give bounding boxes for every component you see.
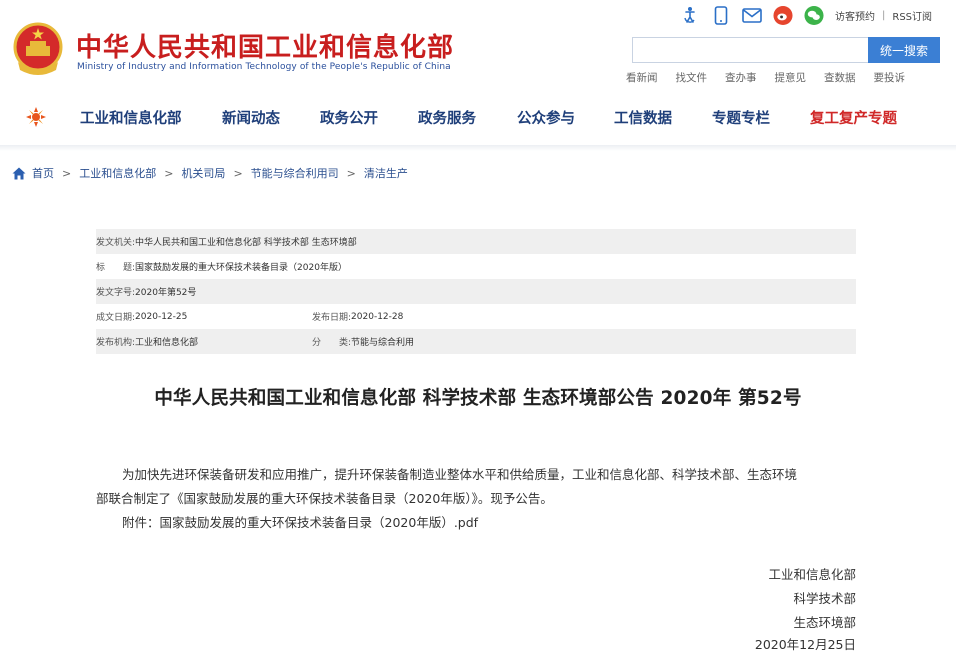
attachment-label: 附件：: [122, 515, 160, 530]
miit-logo-icon[interactable]: [24, 105, 48, 129]
meta-row-org: 发布机构: 工业和信息化部 分 类: 节能与综合利用: [96, 329, 856, 354]
meta-label-created: 成文日期:: [96, 313, 136, 323]
breadcrumb-separator: >: [62, 166, 72, 180]
signatory-miit: 工业和信息化部: [768, 567, 856, 582]
quick-link-news[interactable]: 看新闻: [626, 70, 658, 85]
home-icon[interactable]: [12, 167, 26, 180]
attachment-link[interactable]: 国家鼓励发展的重大环保技术装备目录（2020年版）.pdf: [160, 515, 479, 530]
meta-value-issuer: 中华人民共和国工业和信息化部 科学技术部 生态环境部: [135, 238, 357, 248]
top-toolbar: 访客预约 | RSS订阅: [680, 4, 932, 26]
article-title: 中华人民共和国工业和信息化部 科学技术部 生态环境部公告 2020年 第52号: [154, 388, 802, 409]
quick-link-feedback[interactable]: 提意见: [775, 70, 807, 85]
meta-cell-created: 成文日期: 2020-12-25: [96, 310, 312, 324]
breadcrumb-departments[interactable]: 机关司局: [181, 165, 225, 181]
document-meta-table: 发文机关: 中华人民共和国工业和信息化部 科学技术部 生态环境部 标 题: 国家…: [96, 229, 856, 354]
nav-item-news[interactable]: 新闻动态: [222, 107, 280, 128]
rss-link[interactable]: RSS订阅: [892, 8, 932, 23]
attachment-line: 附件：国家鼓励发展的重大环保技术装备目录（2020年版）.pdf: [122, 514, 478, 532]
breadcrumb-separator: >: [164, 166, 174, 180]
top-separator: |: [882, 9, 886, 21]
quick-link-services[interactable]: 查办事: [725, 70, 757, 85]
quick-link-documents[interactable]: 找文件: [676, 70, 708, 85]
meta-cell-org: 发布机构: 工业和信息化部: [96, 335, 312, 348]
breadcrumb-energy-department[interactable]: 节能与综合利用司: [251, 165, 339, 181]
search-button[interactable]: 统一搜索: [868, 37, 940, 63]
quick-links: 看新闻 找文件 查办事 提意见 查数据 要投诉: [626, 70, 905, 85]
nav-item-data[interactable]: 工信数据: [614, 107, 672, 128]
meta-label-doc-no: 发文字号:: [96, 288, 136, 298]
signatory-most: 科学技术部: [793, 591, 856, 606]
breadcrumb-separator: >: [233, 166, 243, 180]
signatory-mee: 生态环境部: [793, 615, 856, 630]
meta-row-doc-no: 发文字号: 2020年第52号: [96, 279, 856, 304]
wechat-icon[interactable]: [804, 5, 824, 25]
breadcrumb-ministry[interactable]: 工业和信息化部: [79, 165, 156, 181]
quick-link-data[interactable]: 查数据: [824, 70, 856, 85]
weibo-icon[interactable]: [773, 5, 793, 25]
mobile-icon[interactable]: [711, 5, 731, 25]
nav-item-gov-services[interactable]: 政务服务: [418, 107, 476, 128]
meta-label-org: 发布机构:: [96, 338, 136, 348]
meta-row-issuer: 发文机关: 中华人民共和国工业和信息化部 科学技术部 生态环境部: [96, 229, 856, 254]
meta-label-title: 标 题:: [96, 263, 136, 273]
nav-item-gov-affairs[interactable]: 政务公开: [320, 107, 378, 128]
breadcrumb-separator: >: [346, 166, 356, 180]
nav-item-resumption[interactable]: 复工复产专题: [810, 107, 897, 128]
meta-cell-category: 分 类: 节能与综合利用: [312, 335, 414, 348]
accessibility-icon[interactable]: [680, 5, 700, 25]
site-title-cn[interactable]: 中华人民共和国工业和信息化部: [76, 27, 454, 64]
meta-value-created: 2020-12-25: [135, 311, 188, 322]
site-header: 中华人民共和国工业和信息化部 Ministry of Industry and …: [0, 0, 956, 92]
breadcrumb-home[interactable]: 首页: [32, 165, 54, 181]
visitor-appointment-link[interactable]: 访客预约: [835, 8, 875, 23]
nav-item-topics[interactable]: 专题专栏: [712, 107, 770, 128]
nav-divider: [0, 145, 956, 151]
meta-label-published: 发布日期:: [312, 313, 352, 323]
quick-link-complaint[interactable]: 要投诉: [874, 70, 906, 85]
meta-label-category: 分 类:: [312, 338, 352, 348]
meta-value-org: 工业和信息化部: [135, 338, 199, 348]
meta-row-title: 标 题: 国家鼓励发展的重大环保技术装备目录（2020年版）: [96, 254, 856, 279]
site-title-en[interactable]: Ministry of Industry and Information Tec…: [77, 62, 451, 72]
breadcrumb: 首页 > 工业和信息化部 > 机关司局 > 节能与综合利用司 > 清洁生产: [12, 165, 408, 181]
meta-cell-published: 发布日期: 2020-12-28: [312, 310, 404, 324]
search-input[interactable]: [632, 37, 868, 63]
national-emblem-icon[interactable]: [12, 22, 64, 76]
meta-value-category: 节能与综合利用: [351, 338, 415, 348]
main-nav: 工业和信息化部 新闻动态 政务公开 政务服务 公众参与 工信数据 专题专栏 复工…: [0, 97, 956, 137]
signing-date: 2020年12月25日: [754, 637, 856, 652]
meta-value-published: 2020-12-28: [351, 311, 404, 322]
meta-value-title: 国家鼓励发展的重大环保技术装备目录（2020年版）: [135, 263, 347, 273]
article-paragraph-line-2: 部联合制定了《国家鼓励发展的重大环保技术装备目录（2020年版）》。现予公告。: [96, 491, 553, 506]
breadcrumb-clean-production[interactable]: 清洁生产: [364, 165, 408, 181]
meta-label-issuer: 发文机关:: [96, 238, 136, 248]
article-paragraph-line-1: 为加快先进环保装备研发和应用推广，提升环保装备制造业整体水平和供给质量，工业和信…: [122, 467, 798, 482]
nav-item-public-participation[interactable]: 公众参与: [517, 107, 575, 128]
meta-row-dates: 成文日期: 2020-12-25 发布日期: 2020-12-28: [96, 304, 856, 329]
mail-icon[interactable]: [742, 5, 762, 25]
nav-item-ministry[interactable]: 工业和信息化部: [80, 107, 182, 128]
meta-value-doc-no: 2020年第52号: [135, 288, 197, 298]
